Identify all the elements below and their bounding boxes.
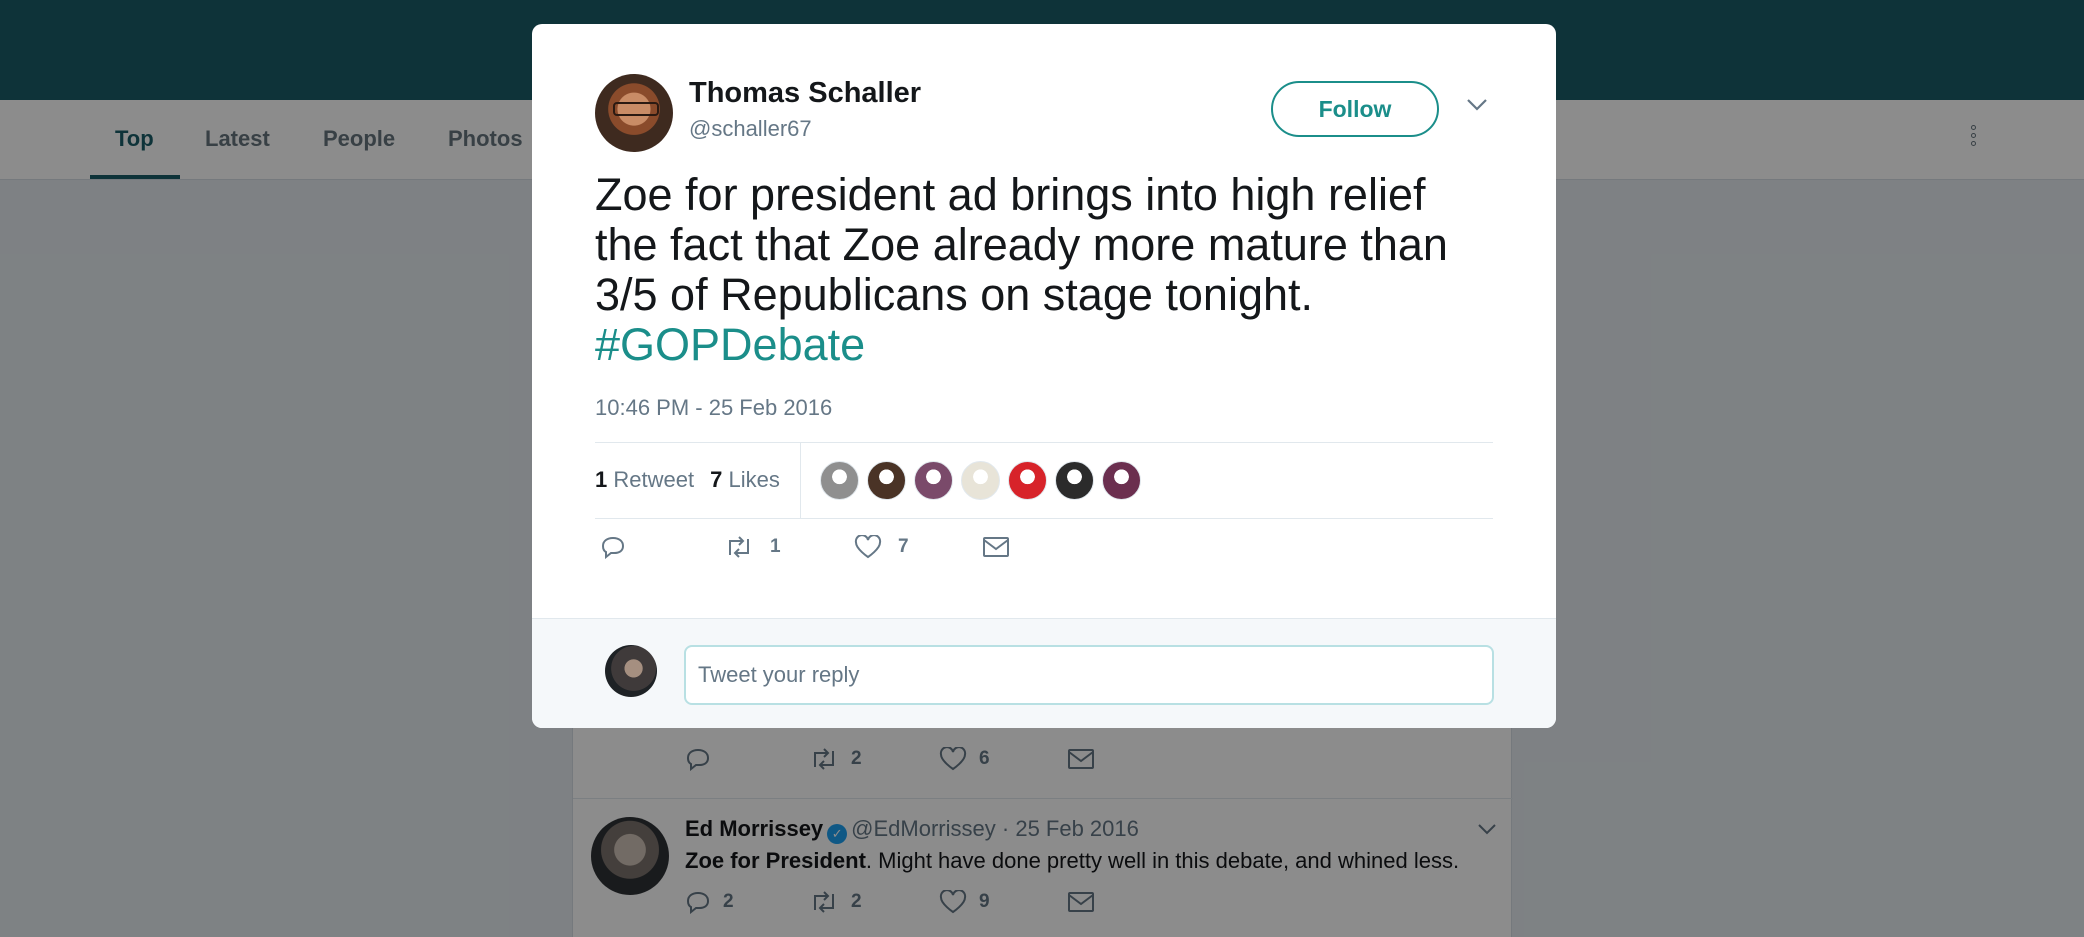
direct-message-button[interactable] [982,536,1010,558]
chevron-down-icon[interactable] [1466,98,1488,112]
liker-avatar[interactable] [820,461,859,500]
tweet-modal: Thomas Schaller @schaller67 Follow Zoe f… [532,24,1556,728]
reply-area [532,618,1556,728]
reply-input[interactable] [684,645,1494,705]
liker-avatar[interactable] [1008,461,1047,500]
liker-avatar[interactable] [1102,461,1141,500]
divider [595,518,1493,519]
tweet-body: Zoe for president ad brings into high re… [595,169,1448,320]
reply-button[interactable] [600,535,724,559]
hashtag-link[interactable]: #GOPDebate [595,320,1495,370]
author-name[interactable]: Thomas Schaller [689,77,921,110]
liker-avatar[interactable] [867,461,906,500]
retweet-count: 1 [770,536,781,557]
like-count: 7 [898,536,909,557]
stats-divider [800,442,801,518]
follow-button[interactable]: Follow [1271,81,1439,137]
tweet-timestamp[interactable]: 10:46 PM - 25 Feb 2016 [595,395,832,421]
author-handle[interactable]: @schaller67 [689,116,812,142]
retweet-icon [729,536,749,558]
tweet-text: Zoe for president ad brings into high re… [595,170,1495,370]
like-button[interactable]: 7 [854,535,982,559]
liker-avatar[interactable] [914,461,953,500]
envelope-icon [983,537,1009,557]
retweet-stat[interactable]: 1 Retweet [595,467,694,493]
tweet-actions: 1 7 [600,535,1010,559]
likes-stat[interactable]: 7 Likes [710,467,780,493]
liker-avatars [820,461,1141,500]
liker-avatar[interactable] [1055,461,1094,500]
heart-icon [854,535,882,559]
tweet-stats: 1 Retweet 7 Likes [595,442,780,518]
liker-avatar[interactable] [961,461,1000,500]
author-avatar[interactable] [595,74,673,152]
current-user-avatar [605,645,657,697]
reply-icon [601,536,625,559]
retweet-button[interactable]: 1 [724,535,854,559]
